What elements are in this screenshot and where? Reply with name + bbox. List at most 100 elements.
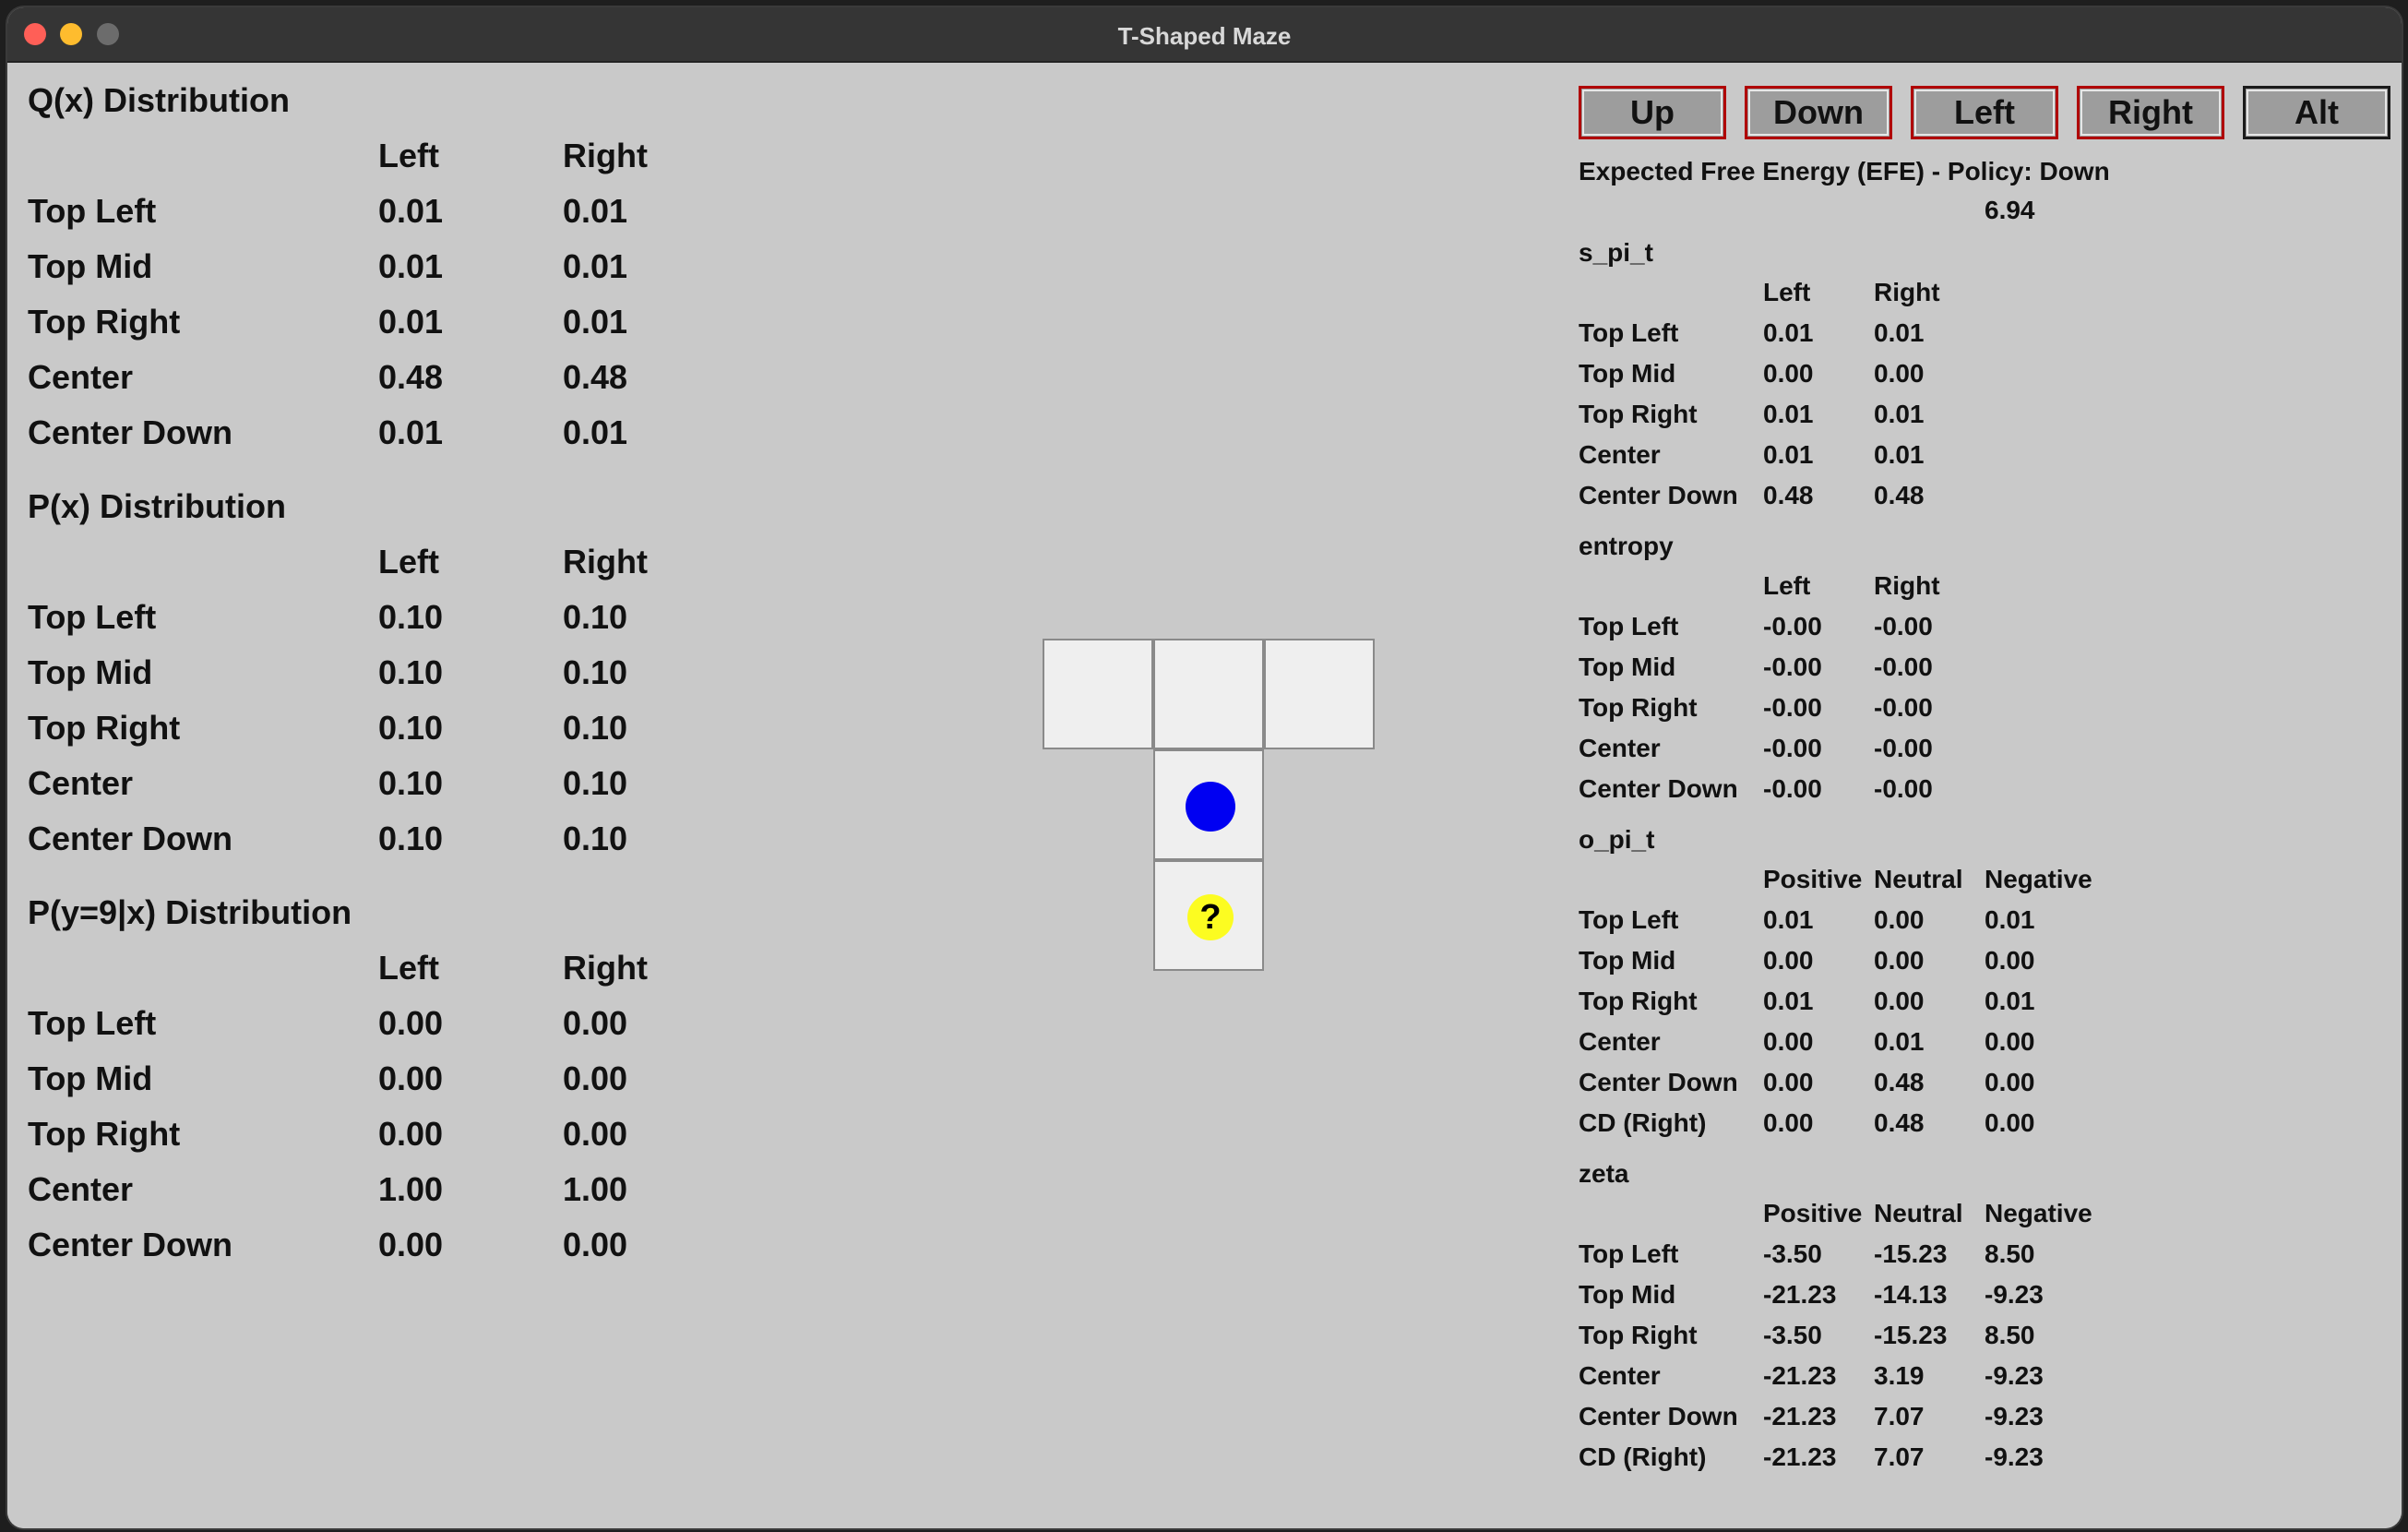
maze-cell-center	[1153, 749, 1264, 860]
pyx-row-label: Top Right	[28, 1115, 181, 1153]
px-row-label: Center	[28, 764, 134, 802]
entropy-header: Right	[1874, 571, 1940, 600]
s-pi-t-cell: 0.00	[1874, 359, 1925, 388]
o-pi-t-header: Positive	[1763, 865, 1863, 893]
o-pi-t-cell: 0.01	[1985, 905, 2035, 934]
entropy-cell: -0.00	[1874, 693, 1933, 722]
maze-cell-top-left	[1043, 639, 1153, 749]
entropy-cell: -0.00	[1874, 734, 1933, 762]
zeta-row-label: Center	[1579, 1361, 1661, 1390]
qx-header-left: Left	[378, 137, 439, 174]
zeta-cell: -21.23	[1763, 1280, 1837, 1309]
zeta-header: Positive	[1763, 1199, 1863, 1227]
right-button[interactable]: Right	[2077, 86, 2224, 139]
o-pi-t-header: Negative	[1985, 865, 2092, 893]
o-pi-t-cell: 0.01	[1985, 987, 2035, 1015]
pyx-cell-right: 0.00	[563, 1059, 628, 1097]
px-cell-right: 0.10	[563, 820, 628, 857]
zeta-row-label: CD (Right)	[1579, 1442, 1707, 1471]
pyx-cell-right: 0.00	[563, 1004, 628, 1042]
zeta-cell: 7.07	[1874, 1442, 1925, 1471]
s-pi-t-cell: 0.01	[1874, 318, 1925, 347]
o-pi-t-row-label: CD (Right)	[1579, 1108, 1707, 1137]
s-pi-t-cell: 0.48	[1763, 481, 1814, 509]
zeta-row-label: Top Right	[1579, 1321, 1698, 1349]
zeta-row-label: Top Left	[1579, 1239, 1679, 1268]
qx-cell-left: 0.01	[378, 413, 444, 451]
title-bar: T-Shaped Maze	[7, 7, 2402, 63]
o-pi-t-cell: 0.00	[1763, 1108, 1814, 1137]
o-pi-t-cell: 0.00	[1763, 946, 1814, 975]
zeta-header: Negative	[1985, 1199, 2092, 1227]
window-title: T-Shaped Maze	[1117, 22, 1292, 50]
s-pi-t-row-label: Top Mid	[1579, 359, 1676, 388]
o-pi-t-cell: 0.48	[1874, 1068, 1925, 1096]
question-mark-icon: ?	[1187, 894, 1234, 940]
o-pi-t-cell: 0.48	[1874, 1108, 1925, 1137]
entropy-row-label: Center	[1579, 734, 1661, 762]
pyx-cell-right: 0.00	[563, 1226, 628, 1263]
s-pi-t-header: Left	[1763, 278, 1811, 306]
o-pi-t-cell: 0.00	[1985, 1027, 2035, 1056]
qx-cell-right: 0.48	[563, 358, 628, 396]
zeta-cell: 7.07	[1874, 1402, 1925, 1430]
entropy-header: Left	[1763, 571, 1811, 600]
o-pi-t-cell: 0.00	[1985, 946, 2035, 975]
pyx-title: P(y=9|x) Distribution	[28, 893, 352, 931]
px-cell-right: 0.10	[563, 764, 628, 802]
o-pi-t-cell: 0.00	[1985, 1068, 2035, 1096]
zeta-cell: -9.23	[1985, 1361, 2044, 1390]
px-cell-left: 0.10	[378, 653, 444, 691]
pyx-cell-left: 0.00	[378, 1226, 444, 1263]
alt-button[interactable]: Alt	[2243, 86, 2390, 139]
entropy-cell: -0.00	[1874, 612, 1933, 640]
entropy-cell: -0.00	[1763, 652, 1822, 681]
app-window: T-Shaped Maze Q(x) Distribution Left Rig…	[7, 7, 2402, 1528]
pyx-header-right: Right	[563, 949, 648, 987]
px-header-left: Left	[378, 543, 439, 580]
o-pi-t-cell: 0.00	[1874, 987, 1925, 1015]
px-header-right: Right	[563, 543, 648, 580]
zeta-row-label: Top Mid	[1579, 1280, 1676, 1309]
s-pi-t-title: s_pi_t	[1579, 238, 1653, 267]
s-pi-t-cell: 0.01	[1763, 440, 1814, 469]
o-pi-t-cell: 0.01	[1874, 1027, 1925, 1056]
px-row-label: Center Down	[28, 820, 233, 857]
zeta-cell: -21.23	[1763, 1402, 1837, 1430]
zeta-cell: -14.13	[1874, 1280, 1948, 1309]
o-pi-t-cell: 0.00	[1763, 1027, 1814, 1056]
maze-cell-top-right	[1264, 639, 1375, 749]
o-pi-t-row-label: Top Left	[1579, 905, 1679, 934]
qx-row-label: Top Right	[28, 303, 181, 341]
up-button[interactable]: Up	[1579, 86, 1726, 139]
qx-cell-left: 0.01	[378, 303, 444, 341]
agent-marker	[1186, 782, 1235, 832]
zeta-cell: -15.23	[1874, 1239, 1948, 1268]
zeta-cell: -3.50	[1763, 1321, 1822, 1349]
px-cell-right: 0.10	[563, 653, 628, 691]
o-pi-t-header: Neutral	[1874, 865, 1963, 893]
px-cell-left: 0.10	[378, 820, 444, 857]
zeta-cell: 8.50	[1985, 1321, 2035, 1349]
zeta-row-label: Center Down	[1579, 1402, 1738, 1430]
pyx-row-label: Top Mid	[28, 1059, 153, 1097]
entropy-row-label: Center Down	[1579, 774, 1738, 803]
entropy-cell: -0.00	[1763, 734, 1822, 762]
efe-title: Expected Free Energy (EFE) - Policy: Dow…	[1579, 157, 2110, 186]
o-pi-t-cell: 0.01	[1763, 987, 1814, 1015]
pyx-row-label: Top Left	[28, 1004, 157, 1042]
px-row-label: Top Mid	[28, 653, 153, 691]
o-pi-t-row-label: Center	[1579, 1027, 1661, 1056]
entropy-cell: -0.00	[1763, 693, 1822, 722]
qx-cell-right: 0.01	[563, 247, 628, 285]
s-pi-t-cell: 0.01	[1874, 400, 1925, 428]
s-pi-t-row-label: Center Down	[1579, 481, 1738, 509]
s-pi-t-header: Right	[1874, 278, 1940, 306]
px-cell-right: 0.10	[563, 598, 628, 636]
left-button[interactable]: Left	[1911, 86, 2058, 139]
qx-cell-right: 0.01	[563, 413, 628, 451]
zeta-title: zeta	[1579, 1159, 1629, 1188]
down-button[interactable]: Down	[1745, 86, 1892, 139]
pyx-cell-right: 0.00	[563, 1115, 628, 1153]
qx-cell-left: 0.01	[378, 247, 444, 285]
